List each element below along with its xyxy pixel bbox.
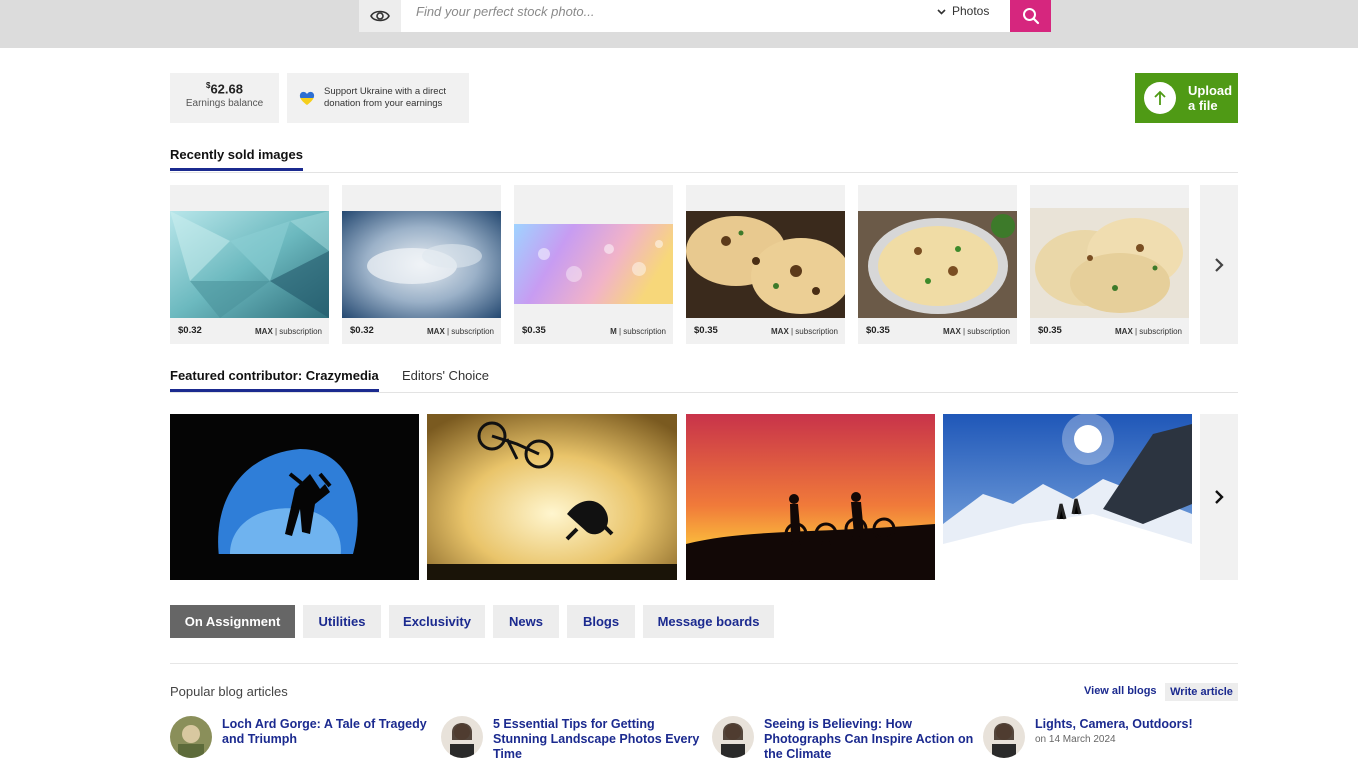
chevron-down-icon (937, 4, 946, 18)
view-all-blogs-link[interactable]: View all blogs (1084, 685, 1157, 697)
blog-article[interactable]: Loch Ard Gorge: A Tale of Tragedy and Tr… (170, 716, 432, 758)
blog-article-title[interactable]: Lights, Camera, Outdoors! (1035, 717, 1245, 732)
write-article-button[interactable]: Write article (1165, 683, 1238, 701)
featured-image[interactable] (427, 414, 677, 580)
sold-image-card[interactable]: $0.35 M | subscription (514, 185, 673, 344)
blog-article-title[interactable]: Seeing is Believing: How Photographs Can… (764, 717, 974, 762)
sold-image-card[interactable]: $0.32 MAX | subscription (170, 185, 329, 344)
sold-image-card[interactable]: $0.35 MAX | subscription (1030, 185, 1189, 344)
divider (170, 392, 1238, 393)
sold-price: $0.32 (178, 325, 202, 336)
sold-image-thumbnail (514, 224, 673, 304)
nav-exclusivity[interactable]: Exclusivity (389, 605, 485, 638)
license-info: MAX | subscription (255, 327, 322, 336)
tab-recently-sold[interactable]: Recently sold images (170, 147, 303, 171)
license-info: MAX | subscription (943, 327, 1010, 336)
sold-price: $0.35 (522, 325, 546, 336)
sold-price: $0.32 (350, 325, 374, 336)
sold-image-thumbnail (858, 211, 1017, 318)
blog-article-title[interactable]: Loch Ard Gorge: A Tale of Tragedy and Tr… (222, 717, 432, 747)
chevron-right-icon (1215, 257, 1224, 272)
sold-price: $0.35 (866, 325, 890, 336)
popular-blog-title: Popular blog articles (170, 684, 288, 699)
tab-recently-sold-label: Recently sold images (170, 147, 303, 162)
author-avatar (983, 716, 1025, 758)
search-type-dropdown[interactable]: Photos (937, 4, 989, 18)
nav-news[interactable]: News (493, 605, 559, 638)
license-info: MAX | subscription (1115, 327, 1182, 336)
author-avatar (170, 716, 212, 758)
author-avatar (712, 716, 754, 758)
blog-article-title[interactable]: 5 Essential Tips for Getting Stunning La… (493, 717, 703, 762)
ukraine-heart-icon (299, 91, 315, 106)
tab-featured-contributor[interactable]: Featured contributor: Crazymedia (170, 368, 379, 392)
license-info: MAX | subscription (427, 327, 494, 336)
upload-label-line1: Upload (1188, 83, 1233, 98)
upload-file-button[interactable]: Upload a file (1135, 73, 1238, 123)
divider (170, 172, 1238, 173)
sold-image-card[interactable]: $0.32 MAX | subscription (342, 185, 501, 344)
nav-utilities[interactable]: Utilities (303, 605, 381, 638)
upload-arrow-icon (1144, 82, 1176, 114)
blog-article[interactable]: Lights, Camera, Outdoors! on 14 March 20… (983, 716, 1245, 758)
tab-editors-choice[interactable]: Editors' Choice (402, 368, 489, 383)
search-input[interactable]: Find your perfect stock photo... (416, 4, 594, 19)
nav-message-boards[interactable]: Message boards (643, 605, 774, 638)
upload-label-line2: a file (1188, 98, 1218, 113)
sold-image-card[interactable]: $0.35 MAX | subscription (686, 185, 845, 344)
top-bar: Find your perfect stock photo... Photos (0, 0, 1358, 48)
tab-featured-contributor-label: Featured contributor: Crazymedia (170, 368, 379, 383)
featured-carousel-next-button[interactable] (1200, 414, 1238, 580)
sold-image-thumbnail (170, 211, 329, 318)
blog-article[interactable]: 5 Essential Tips for Getting Stunning La… (441, 716, 701, 761)
blog-article-date: on 14 March 2024 (1035, 734, 1116, 745)
search-button[interactable] (1010, 0, 1051, 32)
featured-image[interactable] (170, 414, 419, 580)
sold-image-card[interactable]: $0.35 MAX | subscription (858, 185, 1017, 344)
support-ukraine-banner[interactable]: Support Ukraine with a direct donation f… (287, 73, 469, 123)
featured-image[interactable] (943, 414, 1192, 580)
divider (170, 663, 1238, 664)
sold-price: $0.35 (694, 325, 718, 336)
sold-image-thumbnail (1030, 208, 1189, 318)
earnings-balance[interactable]: $62.68 Earnings balance (170, 73, 279, 123)
sold-image-thumbnail (342, 211, 501, 318)
author-avatar (441, 716, 483, 758)
nav-blogs[interactable]: Blogs (567, 605, 635, 638)
tab-underline (170, 168, 303, 171)
sold-carousel-next-button[interactable] (1200, 185, 1238, 344)
earnings-amount: 62.68 (210, 81, 243, 97)
sold-price: $0.35 (1038, 325, 1062, 336)
visual-search-icon[interactable] (359, 0, 401, 32)
search-icon (1022, 8, 1039, 25)
blog-article[interactable]: Seeing is Believing: How Photographs Can… (712, 716, 973, 761)
search-type-label: Photos (952, 4, 990, 18)
chevron-right-icon (1215, 490, 1224, 504)
license-info: M | subscription (610, 327, 666, 336)
support-ukraine-text: Support Ukraine with a direct donation f… (324, 86, 446, 109)
earnings-label: Earnings balance (185, 98, 264, 110)
nav-on-assignment[interactable]: On Assignment (170, 605, 295, 638)
search-bar: Find your perfect stock photo... Photos (359, 0, 1051, 32)
featured-image[interactable] (686, 414, 935, 580)
sold-image-thumbnail (686, 211, 845, 318)
license-info: MAX | subscription (771, 327, 838, 336)
